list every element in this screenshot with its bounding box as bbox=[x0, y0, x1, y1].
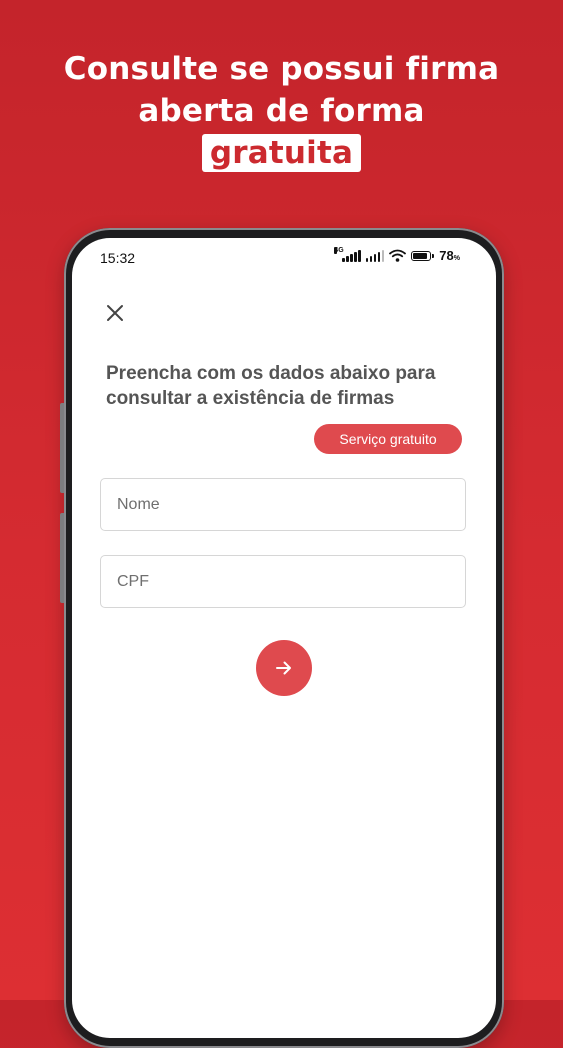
signal-bars-icon: 4G bbox=[334, 246, 361, 262]
headline-line-1: Consulte se possui firma bbox=[63, 51, 500, 87]
battery-percent: 78% bbox=[439, 248, 460, 263]
close-button[interactable] bbox=[102, 300, 128, 326]
status-icons: 4G 78% bbox=[334, 246, 460, 263]
name-input[interactable] bbox=[100, 478, 466, 531]
free-service-badge: Serviço gratuito bbox=[314, 424, 462, 454]
battery-icon bbox=[411, 250, 435, 261]
wifi-icon bbox=[389, 249, 407, 262]
status-bar: 15:32 4G 78% bbox=[72, 238, 496, 274]
phone-screen: 15:32 4G 78% Preencha com os dados abaix… bbox=[72, 238, 496, 1038]
signal-bars-icon bbox=[365, 249, 385, 262]
status-time: 15:32 bbox=[100, 250, 136, 266]
submit-button[interactable] bbox=[256, 640, 312, 696]
volume-button bbox=[60, 403, 64, 493]
promo-headline: Consulte se possui firma aberta de forma… bbox=[0, 48, 563, 174]
cpf-input[interactable] bbox=[100, 555, 466, 608]
headline-highlight: gratuita bbox=[201, 134, 362, 172]
page-title: Preencha com os dados abaixo para consul… bbox=[106, 363, 436, 409]
power-button bbox=[60, 513, 64, 603]
arrow-right-icon bbox=[276, 661, 291, 675]
headline-line-3: gratuita bbox=[0, 132, 563, 174]
phone-frame: 15:32 4G 78% Preencha com os dados abaix… bbox=[60, 228, 504, 1048]
network-type: 4G bbox=[334, 246, 344, 254]
close-icon bbox=[107, 305, 123, 321]
headline-line-2: aberta de forma bbox=[138, 93, 425, 129]
